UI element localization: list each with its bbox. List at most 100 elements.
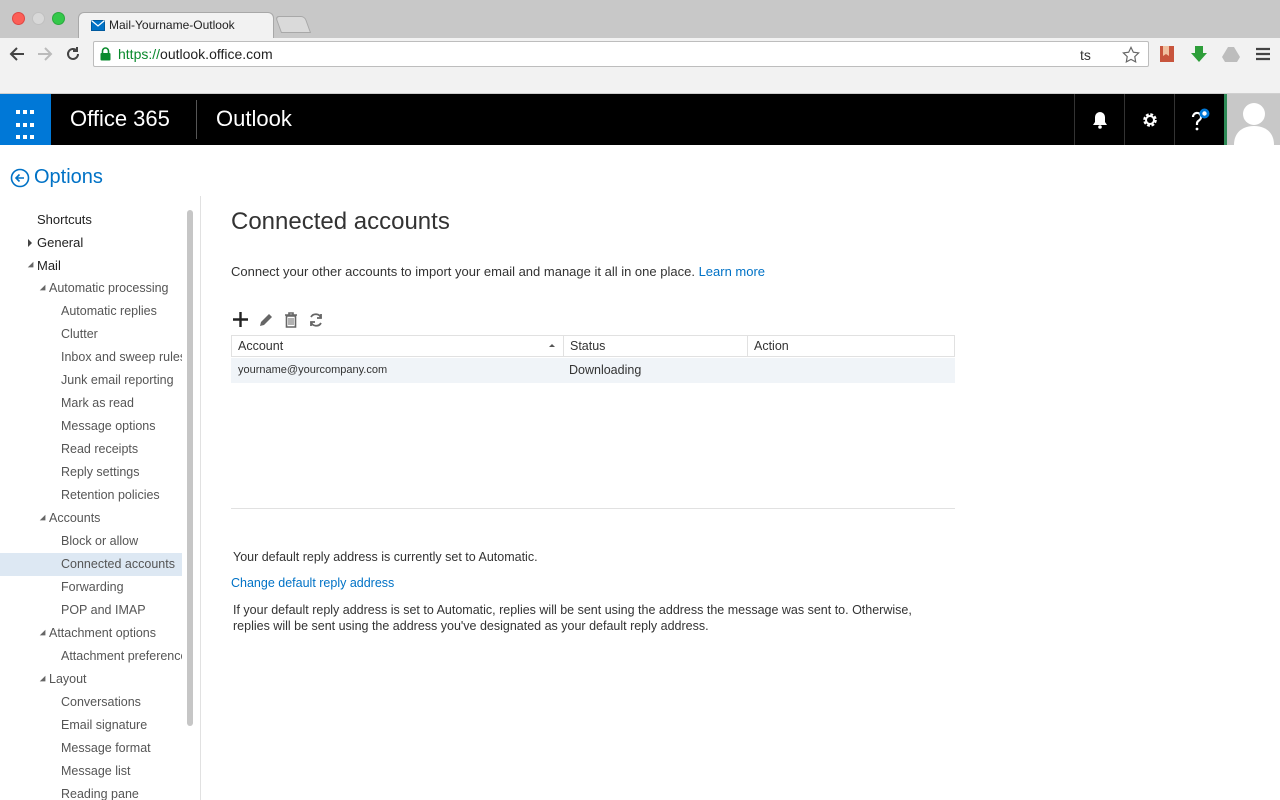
browser-tab-active[interactable]: Mail-Yourname-Outlook — [78, 12, 274, 39]
nav-item-connected-accounts[interactable]: Connected accounts — [0, 553, 182, 576]
add-account-button[interactable] — [231, 310, 250, 329]
maximize-window-button[interactable] — [52, 12, 65, 25]
nav-item-label: Forwarding — [61, 580, 124, 594]
reload-button[interactable] — [62, 44, 84, 64]
nav-item-label: Email signature — [61, 718, 148, 732]
nav-item-forwarding[interactable]: Forwarding — [0, 576, 182, 599]
help-button[interactable] — [1174, 94, 1224, 145]
column-header-status[interactable]: Status — [563, 336, 747, 356]
sort-ascending-icon — [549, 344, 555, 347]
nav-item-automatic-replies[interactable]: Automatic replies — [0, 300, 182, 323]
nav-item-clutter[interactable]: Clutter — [0, 323, 182, 346]
nav-item-label: Mark as read — [61, 396, 134, 410]
nav-item-pop-and-imap[interactable]: POP and IMAP — [0, 599, 182, 622]
learn-more-link[interactable]: Learn more — [699, 264, 765, 279]
download-extension-icon[interactable] — [1189, 44, 1209, 64]
plus-icon — [233, 312, 248, 327]
nav-item-inbox-and-sweep-rules[interactable]: Inbox and sweep rules — [0, 346, 182, 369]
user-avatar[interactable] — [1224, 94, 1280, 145]
close-window-button[interactable] — [12, 12, 25, 25]
table-row[interactable]: yourname@yourcompany.com Downloading — [231, 358, 955, 383]
options-back-link[interactable]: Options — [10, 166, 103, 189]
refresh-icon — [309, 312, 322, 327]
nav-item-email-signature[interactable]: Email signature — [0, 714, 182, 737]
account-header-label: Account — [238, 339, 284, 353]
gear-icon — [1142, 112, 1157, 127]
nav-item-reply-settings[interactable]: Reply settings — [0, 461, 182, 484]
collapse-caret-icon[interactable] — [39, 284, 49, 294]
nav-item-automatic-processing[interactable]: Automatic processing — [0, 277, 182, 300]
bell-icon — [1092, 111, 1107, 129]
nav-item-message-format[interactable]: Message format — [0, 737, 182, 760]
section-divider — [231, 508, 955, 509]
nav-item-block-or-allow[interactable]: Block or allow — [0, 530, 182, 553]
app-name[interactable]: Outlook — [216, 106, 292, 132]
nav-item-accounts[interactable]: Accounts — [0, 507, 182, 530]
address-bar[interactable]: https://outlook.office.com ts — [93, 41, 1149, 67]
back-button[interactable] — [6, 44, 28, 64]
nav-item-label: Connected accounts — [61, 557, 175, 571]
nav-item-label: POP and IMAP — [61, 603, 146, 617]
edit-account-button[interactable] — [256, 310, 275, 329]
expand-caret-icon[interactable] — [28, 239, 32, 247]
notifications-button[interactable] — [1074, 94, 1124, 145]
account-cell: yourname@yourcompany.com — [238, 364, 388, 376]
nav-scrollbar[interactable] — [187, 210, 193, 726]
nav-item-message-options[interactable]: Message options — [0, 415, 182, 438]
help-question-icon — [1191, 108, 1209, 130]
nav-item-read-receipts[interactable]: Read receipts — [0, 438, 182, 461]
forward-button[interactable] — [34, 44, 56, 64]
column-header-action[interactable]: Action — [747, 336, 954, 356]
collapse-caret-icon[interactable] — [39, 514, 49, 524]
nav-item-label: Automatic replies — [61, 304, 157, 318]
nav-item-label: Shortcuts — [37, 212, 92, 227]
nav-item-shortcuts[interactable]: Shortcuts — [0, 208, 182, 231]
nav-item-label: Message options — [61, 419, 156, 433]
options-nav: Shortcuts General Mail Automatic processing… — [0, 208, 182, 800]
nav-item-label: Junk email reporting — [61, 373, 174, 387]
nav-item-junk-email-reporting[interactable]: Junk email reporting — [0, 369, 182, 392]
bookmark-extension-icon[interactable] — [1157, 44, 1177, 64]
column-header-account[interactable]: Account — [231, 336, 563, 356]
change-reply-address-link[interactable]: Change default reply address — [231, 576, 394, 590]
intro-text: Connect your other accounts to import yo… — [231, 264, 765, 279]
arrow-left-icon — [9, 47, 24, 61]
app-launcher-button[interactable] — [0, 94, 51, 145]
nav-item-label: Accounts — [49, 511, 101, 525]
status-cell: Downloading — [569, 363, 642, 377]
nav-item-conversations[interactable]: Conversations — [0, 691, 182, 714]
nav-item-mail[interactable]: Mail — [0, 254, 182, 277]
nav-item-retention-policies[interactable]: Retention policies — [0, 484, 182, 507]
user-silhouette-icon — [1234, 103, 1274, 145]
refresh-account-button[interactable] — [306, 310, 325, 329]
collapse-caret-icon[interactable] — [39, 629, 49, 639]
nav-item-general[interactable]: General — [0, 231, 182, 254]
page-title: Connected accounts — [231, 208, 450, 235]
nav-item-reading-pane[interactable]: Reading pane — [0, 783, 182, 800]
nav-item-label: Read receipts — [61, 442, 139, 456]
nav-item-attachment-preference[interactable]: Attachment preference — [0, 645, 182, 668]
menu-icon[interactable] — [1253, 44, 1273, 64]
action-cell — [747, 358, 754, 383]
collapse-caret-icon[interactable] — [27, 261, 37, 271]
new-tab-button[interactable] — [274, 16, 312, 33]
settings-button[interactable] — [1124, 94, 1174, 145]
account-actions-toolbar — [231, 310, 325, 329]
delete-account-button[interactable] — [281, 310, 300, 329]
app-header: Office 365 Outlook — [0, 94, 1280, 145]
pencil-icon — [259, 313, 272, 326]
collapse-caret-icon[interactable] — [39, 675, 49, 685]
nav-item-label: Message list — [61, 764, 131, 778]
brand-title[interactable]: Office 365 — [70, 106, 170, 132]
nav-item-mark-as-read[interactable]: Mark as read — [0, 392, 182, 415]
nav-item-label: Conversations — [61, 695, 141, 709]
connected-accounts-table: Account Status Action yourname@yourcompa… — [231, 335, 955, 383]
drive-extension-icon[interactable] — [1221, 44, 1241, 64]
nav-item-attachment-options[interactable]: Attachment options — [0, 622, 182, 645]
nav-item-message-list[interactable]: Message list — [0, 760, 182, 783]
minimize-window-button[interactable] — [32, 12, 45, 25]
nav-item-layout[interactable]: Layout — [0, 668, 182, 691]
url-text: https://outlook.office.com — [118, 46, 273, 62]
nav-item-label: Message format — [61, 741, 151, 755]
star-bookmark-icon[interactable] — [1122, 46, 1140, 64]
